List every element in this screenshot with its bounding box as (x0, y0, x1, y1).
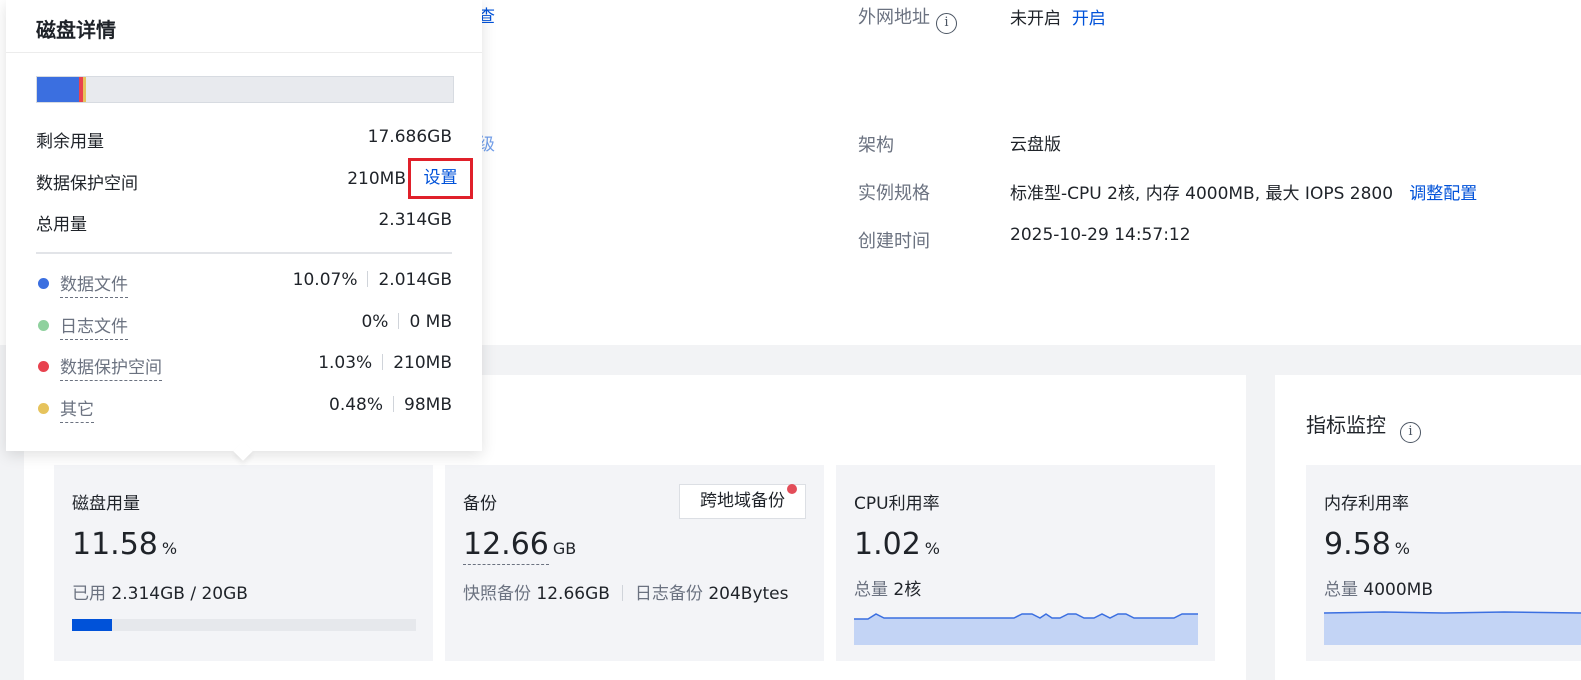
legend-item-protection-space: 数据保护空间 1.03% 210MB (36, 353, 452, 381)
disk-usage-fill (72, 619, 112, 631)
cross-region-backup-button[interactable]: 跨地域备份 (679, 484, 806, 519)
spec-label: 实例规格 (858, 183, 930, 204)
public-address-value: 未开启 开启 (1010, 9, 1106, 29)
backup-tile[interactable]: 备份 跨地域备份 12.66 GB 快照备份 12.66GB 日志备份 204Byt… (445, 465, 824, 661)
bar-segment-data (37, 77, 79, 102)
disk-used-text: 已用 2.314GB / 20GB (72, 584, 248, 604)
divider (36, 252, 452, 254)
backup-breakdown: 快照备份 12.66GB 日志备份 204Bytes (463, 584, 789, 604)
memory-usage-value: 9.58% (1324, 527, 1410, 562)
monitor-title: 指标监控 i (1306, 409, 1421, 443)
protection-settings-link[interactable]: 设置 (408, 158, 473, 199)
legend-item-other: 其它 0.48% 98MB (36, 395, 452, 423)
total-label: 总用量 (36, 215, 87, 235)
disk-composition-bar (36, 76, 454, 103)
cpu-usage-value: 1.02% (854, 527, 940, 562)
created-value: 2025-10-29 14:57:12 (1010, 225, 1191, 245)
protection-label: 数据保护空间 (36, 174, 138, 194)
disk-usage-value: 11.58% (72, 527, 178, 562)
memory-total: 总量 4000MB (1324, 580, 1433, 600)
cpu-usage-tile[interactable]: CPU利用率 1.02% 总量 2核 (836, 465, 1215, 661)
legend-label[interactable]: 其它 (60, 395, 94, 423)
notification-dot (787, 484, 797, 494)
memory-sparkline (1324, 611, 1581, 645)
legend-label[interactable]: 数据文件 (60, 270, 128, 298)
remaining-label: 剩余用量 (36, 132, 104, 152)
divider (6, 52, 482, 53)
popover-title: 磁盘详情 (36, 18, 116, 42)
backup-size-value[interactable]: 12.66 GB (463, 527, 576, 565)
legend-item-log-files: 日志文件 0% 0 MB (36, 312, 452, 340)
legend-item-data-files: 数据文件 10.07% 2.014GB (36, 270, 452, 298)
legend-dot (38, 403, 49, 414)
disk-detail-popover: 磁盘详情 剩余用量 17.686GB 数据保护空间 210MB 设置 总用量 2… (6, 0, 482, 461)
cpu-total: 总量 2核 (854, 580, 922, 600)
info-icon[interactable]: i (936, 13, 957, 34)
legend-values: 1.03% 210MB (318, 353, 452, 373)
tile-title: 内存利用率 (1324, 494, 1409, 514)
legend-dot (38, 278, 49, 289)
adjust-config-link[interactable]: 调整配置 (1409, 184, 1477, 204)
remaining-value: 17.686GB (367, 127, 452, 147)
created-label: 创建时间 (858, 231, 930, 252)
disk-usage-tile[interactable]: 磁盘用量 11.58% 已用 2.314GB / 20GB (54, 465, 433, 661)
enable-public-link[interactable]: 开启 (1072, 9, 1106, 29)
disk-usage-bar (72, 619, 416, 631)
legend-values: 0.48% 98MB (329, 395, 452, 415)
architecture-label: 架构 (858, 135, 894, 156)
tile-title: 磁盘用量 (72, 494, 140, 514)
tile-title: 备份 (463, 494, 497, 514)
protection-value: 210MB (347, 169, 406, 189)
spec-value: 标准型-CPU 2核, 内存 4000MB, 最大 IOPS 2800 调整配置 (1010, 184, 1478, 204)
architecture-value: 云盘版 (1010, 135, 1061, 155)
total-value: 2.314GB (378, 210, 452, 230)
bar-segment-other (83, 77, 87, 102)
memory-usage-tile[interactable]: 内存利用率 9.58% 总量 4000MB (1306, 465, 1581, 661)
public-address-label: 外网地址 i (858, 3, 957, 34)
legend-values: 0% 0 MB (361, 312, 452, 332)
legend-values: 10.07% 2.014GB (292, 270, 452, 290)
legend-dot (38, 320, 49, 331)
info-icon[interactable]: i (1400, 422, 1421, 443)
tile-title: CPU利用率 (854, 494, 940, 514)
legend-dot (38, 361, 49, 372)
cpu-sparkline (854, 613, 1198, 645)
legend-label[interactable]: 数据保护空间 (60, 353, 162, 381)
legend-label[interactable]: 日志文件 (60, 312, 128, 340)
